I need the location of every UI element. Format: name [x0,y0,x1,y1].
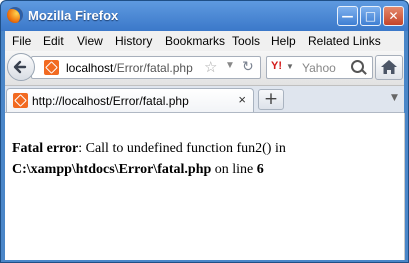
home-button[interactable] [375,55,403,80]
title-bar[interactable]: Mozilla Firefox — □ ✕ [1,1,408,31]
browser-window: Mozilla Firefox — □ ✕ File Edit View His… [0,0,409,263]
menu-file[interactable]: File [12,34,31,48]
page-content: Fatal error: Call to undefined function … [5,113,405,260]
window-title: Mozilla Firefox [28,8,119,23]
search-placeholder[interactable]: Yahoo [302,61,336,75]
url-path: /Error/fatal.php [113,61,193,75]
browser-frame: File Edit View History Bookmarks Tools H… [5,31,405,260]
error-line-number: 6 [256,162,264,177]
search-bar[interactable]: Y! ▼ Yahoo [266,56,373,79]
reload-icon[interactable]: ↻ [242,58,254,75]
search-engine-dropdown-icon[interactable]: ▼ [286,62,294,71]
tab-title: http://localhost/Error/fatal.php [32,94,189,108]
yahoo-icon[interactable]: Y! [271,60,282,72]
close-button[interactable]: ✕ [383,6,404,26]
dropdown-icon[interactable]: ▼ [225,60,235,71]
menu-bar: File Edit View History Bookmarks Tools H… [5,31,404,51]
tab-list-icon[interactable]: ▼ [391,93,398,103]
bookmark-star-icon[interactable]: ☆ [204,58,217,76]
menu-edit[interactable]: Edit [43,34,64,48]
menu-view[interactable]: View [77,34,103,48]
new-tab-icon: + [263,89,279,109]
tab-favicon-icon [13,93,28,108]
back-button[interactable] [7,53,35,81]
error-text: : Call to undefined function fun2() in [78,141,286,156]
menu-tools[interactable]: Tools [232,34,260,48]
tab-active[interactable]: http://localhost/Error/fatal.php × [6,88,254,112]
url-bar[interactable]: localhost/Error/fatal.php ☆ ▼ ↻ [31,56,261,79]
url-host: localhost [66,61,114,75]
error-line-text: on line [211,162,257,177]
menu-history[interactable]: History [115,34,152,48]
menu-bookmarks[interactable]: Bookmarks [165,34,225,48]
minimize-button[interactable]: — [337,6,358,26]
navigation-toolbar: localhost/Error/fatal.php ☆ ▼ ↻ Y! ▼ Yah… [5,51,404,86]
menu-help[interactable]: Help [271,34,296,48]
maximize-button[interactable]: □ [360,6,381,26]
home-icon [381,60,397,74]
search-magnifier-icon[interactable] [351,60,364,73]
firefox-logo-icon [7,7,23,23]
tab-bar: http://localhost/Error/fatal.php × + ▼ [5,86,404,113]
site-favicon-icon [44,60,59,75]
error-file: C:\xampp\htdocs\Error\fatal.php [12,162,212,177]
menu-related-links[interactable]: Related Links [308,34,381,48]
new-tab-button[interactable]: + [258,89,284,110]
error-message: Fatal error: Call to undefined function … [12,138,392,180]
error-label: Fatal error [12,141,79,156]
tab-close-icon[interactable]: × [238,92,246,107]
url-text[interactable]: localhost/Error/fatal.php [66,61,193,75]
back-arrow-icon [13,60,27,74]
